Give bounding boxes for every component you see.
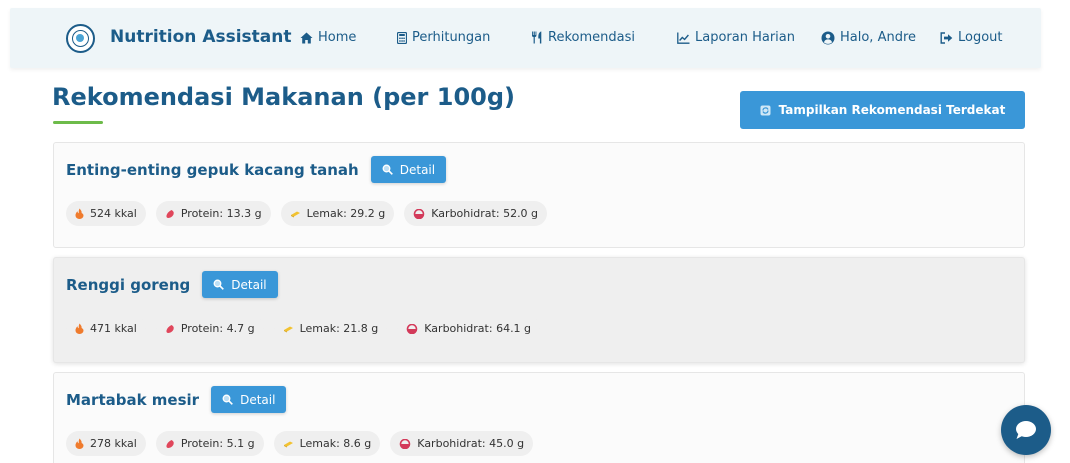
food-card: Renggi goreng Detail 471 kkal Protein: 4… bbox=[53, 257, 1025, 363]
fat-chip: Lemak: 8.6 g bbox=[273, 431, 381, 456]
brand-name[interactable]: Nutrition Assistant bbox=[110, 27, 292, 47]
fat-value: Lemak: 29.2 g bbox=[306, 207, 386, 220]
detail-label: Detail bbox=[240, 392, 276, 407]
chart-line-icon bbox=[677, 32, 690, 44]
meat-icon bbox=[166, 324, 174, 333]
meat-icon bbox=[166, 209, 174, 218]
chat-bubble-icon bbox=[1016, 421, 1036, 439]
navbar: Nutrition Assistant Home Perhitungan Rek… bbox=[10, 8, 1041, 68]
show-nearest-button[interactable]: Tampilkan Rekomendasi Terdekat bbox=[740, 91, 1025, 129]
carbs-value: Karbohidrat: 52.0 g bbox=[431, 207, 539, 220]
fat-value: Lemak: 21.8 g bbox=[299, 322, 379, 335]
user-circle-icon bbox=[821, 31, 835, 44]
title-underline bbox=[53, 121, 103, 124]
detail-label: Detail bbox=[231, 277, 267, 292]
bowl-icon bbox=[406, 323, 418, 334]
bowl-icon bbox=[399, 438, 411, 449]
meat-icon bbox=[166, 439, 174, 448]
food-card: Martabak mesir Detail 278 kkal Protein: … bbox=[53, 372, 1025, 463]
calorie-value: 471 kkal bbox=[90, 322, 137, 335]
nav-rekomendasi[interactable]: Rekomendasi bbox=[531, 30, 635, 45]
protein-value: Protein: 13.3 g bbox=[180, 207, 262, 220]
calorie-chip: 471 kkal bbox=[66, 316, 146, 341]
bowl-icon bbox=[413, 208, 425, 219]
nav-laporan-harian[interactable]: Laporan Harian bbox=[677, 30, 795, 45]
utensils-icon bbox=[532, 31, 542, 44]
butter-icon bbox=[283, 441, 293, 447]
food-name: Martabak mesir bbox=[66, 390, 200, 409]
nav-perhitungan-label: Perhitungan bbox=[412, 30, 491, 45]
butter-icon bbox=[290, 211, 300, 217]
protein-chip: Protein: 13.3 g bbox=[155, 201, 271, 226]
page-title: Rekomendasi Makanan (per 100g) bbox=[52, 83, 515, 111]
calculator-icon bbox=[397, 31, 407, 44]
search-icon bbox=[213, 279, 225, 290]
nav-logout[interactable]: Logout bbox=[940, 30, 1003, 45]
fire-icon bbox=[75, 438, 84, 449]
fat-chip: Lemak: 21.8 g bbox=[273, 316, 388, 341]
fire-icon bbox=[75, 208, 84, 219]
home-icon bbox=[300, 32, 313, 43]
show-nearest-label: Tampilkan Rekomendasi Terdekat bbox=[778, 103, 1006, 117]
nav-perhitungan[interactable]: Perhitungan bbox=[397, 30, 490, 45]
calorie-chip: 278 kkal bbox=[66, 431, 146, 456]
nav-logout-label: Logout bbox=[958, 30, 1003, 45]
carbs-value: Karbohidrat: 64.1 g bbox=[424, 322, 532, 335]
fire-icon bbox=[75, 323, 84, 334]
detail-button[interactable]: Detail bbox=[202, 271, 278, 298]
nav-laporan-harian-label: Laporan Harian bbox=[695, 30, 796, 45]
detail-button[interactable]: Detail bbox=[370, 156, 447, 183]
carbs-chip: Karbohidrat: 45.0 g bbox=[390, 431, 534, 456]
nav-rekomendasi-label: Rekomendasi bbox=[548, 30, 635, 45]
logo[interactable] bbox=[66, 24, 95, 53]
carbs-chip: Karbohidrat: 64.1 g bbox=[397, 316, 541, 341]
refresh-icon bbox=[760, 105, 771, 115]
calorie-value: 524 kkal bbox=[90, 207, 137, 220]
logout-icon bbox=[940, 31, 953, 44]
nav-user[interactable]: Halo, Andre bbox=[821, 30, 916, 45]
carbs-value: Karbohidrat: 45.0 g bbox=[417, 437, 525, 450]
butter-icon bbox=[283, 326, 293, 332]
protein-value: Protein: 5.1 g bbox=[180, 437, 255, 450]
nav-user-label: Halo, Andre bbox=[840, 30, 917, 45]
nav-home[interactable]: Home bbox=[300, 30, 356, 45]
chat-button[interactable] bbox=[1001, 405, 1051, 455]
detail-label: Detail bbox=[399, 162, 436, 177]
protein-chip: Protein: 4.7 g bbox=[155, 316, 264, 341]
protein-value: Protein: 4.7 g bbox=[180, 322, 255, 335]
calorie-value: 278 kkal bbox=[90, 437, 137, 450]
protein-chip: Protein: 5.1 g bbox=[155, 431, 264, 456]
search-icon bbox=[222, 394, 233, 405]
search-icon bbox=[382, 164, 393, 175]
calorie-chip: 524 kkal bbox=[66, 201, 146, 226]
detail-button[interactable]: Detail bbox=[211, 386, 287, 413]
food-card: Enting-enting gepuk kacang tanah Detail … bbox=[53, 142, 1025, 248]
carbs-chip: Karbohidrat: 52.0 g bbox=[404, 201, 548, 226]
food-name: Renggi goreng bbox=[66, 275, 191, 294]
nav-home-label: Home bbox=[318, 30, 357, 45]
food-name: Enting-enting gepuk kacang tanah bbox=[66, 160, 359, 179]
fat-chip: Lemak: 29.2 g bbox=[280, 201, 395, 226]
fat-value: Lemak: 8.6 g bbox=[299, 437, 372, 450]
